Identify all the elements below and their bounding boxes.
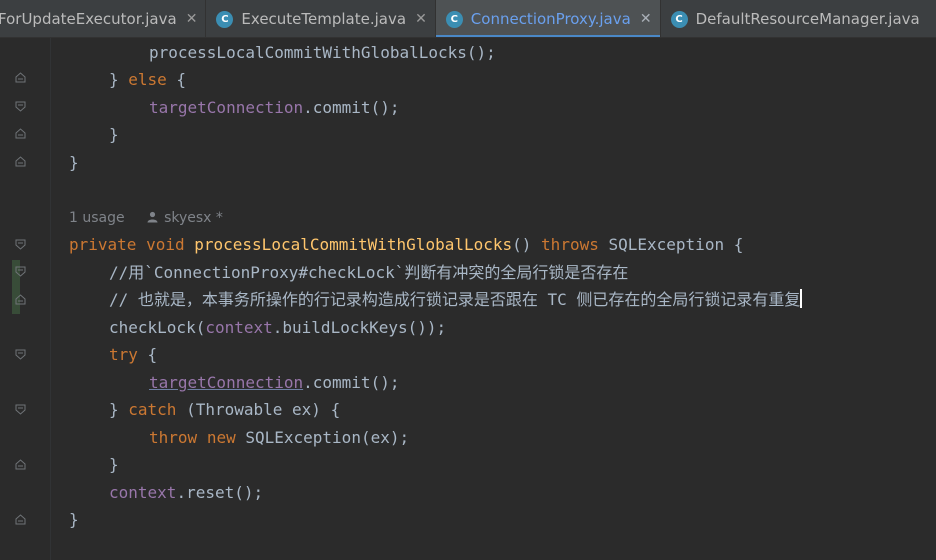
code-line: throw new SQLException(ex);: [69, 424, 409, 451]
code-line: }: [69, 149, 79, 176]
punctuation: ();: [370, 373, 400, 392]
keyword: throw: [149, 428, 198, 447]
code-line: processLocalCommitWithGlobalLocks();: [69, 39, 496, 66]
tab-for-update-executor[interactable]: ForUpdateExecutor.java ✕: [0, 0, 207, 37]
method-call: .reset();: [176, 483, 264, 502]
keyword: try: [109, 345, 138, 364]
punctuation: }: [69, 153, 79, 172]
code-line: }: [69, 451, 119, 478]
code-vision-hint: 1 usage skyesx *: [69, 206, 223, 230]
class-reference: SQLException: [608, 235, 725, 254]
tab-label: DefaultResourceManager.java: [695, 10, 920, 28]
tab-execute-template[interactable]: C ExecuteTemplate.java ✕: [206, 0, 436, 37]
close-icon[interactable]: ✕: [640, 11, 652, 27]
method-call: checkLock(: [109, 318, 206, 337]
code-line: }: [69, 121, 119, 148]
fold-end-icon[interactable]: [15, 128, 26, 139]
method-call: .commit: [303, 373, 371, 392]
method-name: processLocalCommitWithGlobalLocks: [194, 235, 513, 254]
fold-start-icon[interactable]: [15, 266, 26, 277]
catch-params: (Throwable ex) {: [176, 400, 341, 419]
author-icon: [147, 206, 158, 230]
keyword: void: [146, 235, 185, 254]
code-line: private void processLocalCommitWithGloba…: [69, 231, 743, 258]
method-call: .commit: [303, 98, 371, 117]
keyword: else: [128, 70, 167, 89]
method-call: .buildLockKeys());: [272, 318, 447, 337]
field-reference: context: [205, 318, 273, 337]
tab-label: ConnectionProxy.java: [470, 10, 631, 28]
fold-start-icon[interactable]: [15, 349, 26, 360]
editor-tab-bar: ForUpdateExecutor.java ✕ C ExecuteTempla…: [0, 0, 936, 38]
punctuation: }: [109, 400, 129, 419]
comment: // 也就是，本事务所操作的行记录构造成行锁记录是否跟在 TC 侧已存在的全局行…: [109, 290, 801, 309]
java-class-icon: C: [216, 10, 234, 28]
usage-count-link[interactable]: 1 usage: [69, 210, 125, 226]
code-lines[interactable]: processLocalCommitWithGlobalLocks(); } e…: [69, 38, 936, 560]
punctuation: {: [137, 345, 158, 364]
tab-label: ExecuteTemplate.java: [241, 10, 407, 28]
tab-default-resource-manager[interactable]: C DefaultResourceManager.java: [661, 0, 928, 37]
code-line: try {: [69, 341, 157, 368]
keyword: throws: [541, 235, 599, 254]
punctuation: {: [166, 70, 187, 89]
tab-connection-proxy[interactable]: C ConnectionProxy.java ✕: [435, 0, 661, 37]
keyword: catch: [128, 400, 177, 419]
fold-start-icon[interactable]: [15, 239, 26, 250]
code-line: } catch (Throwable ex) {: [69, 396, 340, 423]
text-caret: [800, 289, 803, 308]
punctuation: (): [512, 235, 532, 254]
code-line: targetConnection.commit();: [69, 369, 399, 396]
punctuation: ();: [466, 43, 496, 62]
editor-gutter: [0, 38, 50, 560]
fold-end-icon[interactable]: [15, 514, 26, 525]
punctuation: {: [724, 235, 744, 254]
field-reference-link[interactable]: targetConnection: [149, 373, 303, 392]
punctuation: }: [109, 455, 119, 474]
keyword: private: [69, 235, 137, 254]
fold-start-icon[interactable]: [15, 404, 26, 415]
field-reference: targetConnection: [149, 98, 304, 117]
comment: //用`ConnectionProxy#checkLock`判断有冲突的全局行锁…: [109, 263, 629, 282]
fold-end-icon[interactable]: [15, 459, 26, 470]
method-call: processLocalCommitWithGlobalLocks: [149, 43, 467, 62]
close-icon[interactable]: ✕: [186, 11, 198, 27]
tab-label: ForUpdateExecutor.java: [0, 10, 177, 28]
author-name[interactable]: skyesx *: [164, 210, 223, 226]
close-icon[interactable]: ✕: [415, 11, 427, 27]
ide-window: ForUpdateExecutor.java ✕ C ExecuteTempla…: [0, 0, 936, 560]
java-class-icon: C: [670, 10, 688, 28]
code-line: checkLock(context.buildLockKeys());: [69, 314, 446, 341]
field-reference: context: [109, 483, 177, 502]
code-line: //用`ConnectionProxy#checkLock`判断有冲突的全局行锁…: [69, 259, 628, 286]
code-line: // 也就是，本事务所操作的行记录构造成行锁记录是否跟在 TC 侧已存在的全局行…: [69, 286, 803, 313]
code-line: } else {: [69, 66, 186, 93]
code-editor[interactable]: processLocalCommitWithGlobalLocks(); } e…: [0, 38, 936, 560]
fold-end-icon[interactable]: [15, 156, 26, 167]
punctuation: }: [109, 70, 129, 89]
punctuation: ();: [370, 98, 400, 117]
code-line: context.reset();: [69, 479, 263, 506]
code-line: targetConnection.commit();: [69, 94, 399, 121]
constructor-call: SQLException(ex);: [235, 428, 410, 447]
gutter-divider: [50, 38, 51, 560]
fold-end-icon[interactable]: [15, 294, 26, 305]
punctuation: }: [69, 510, 79, 529]
java-class-icon: C: [445, 10, 463, 28]
code-line: }: [69, 506, 79, 533]
punctuation: }: [109, 125, 119, 144]
keyword: new: [206, 428, 236, 447]
fold-end-icon[interactable]: [15, 72, 26, 83]
fold-start-icon[interactable]: [15, 101, 26, 112]
